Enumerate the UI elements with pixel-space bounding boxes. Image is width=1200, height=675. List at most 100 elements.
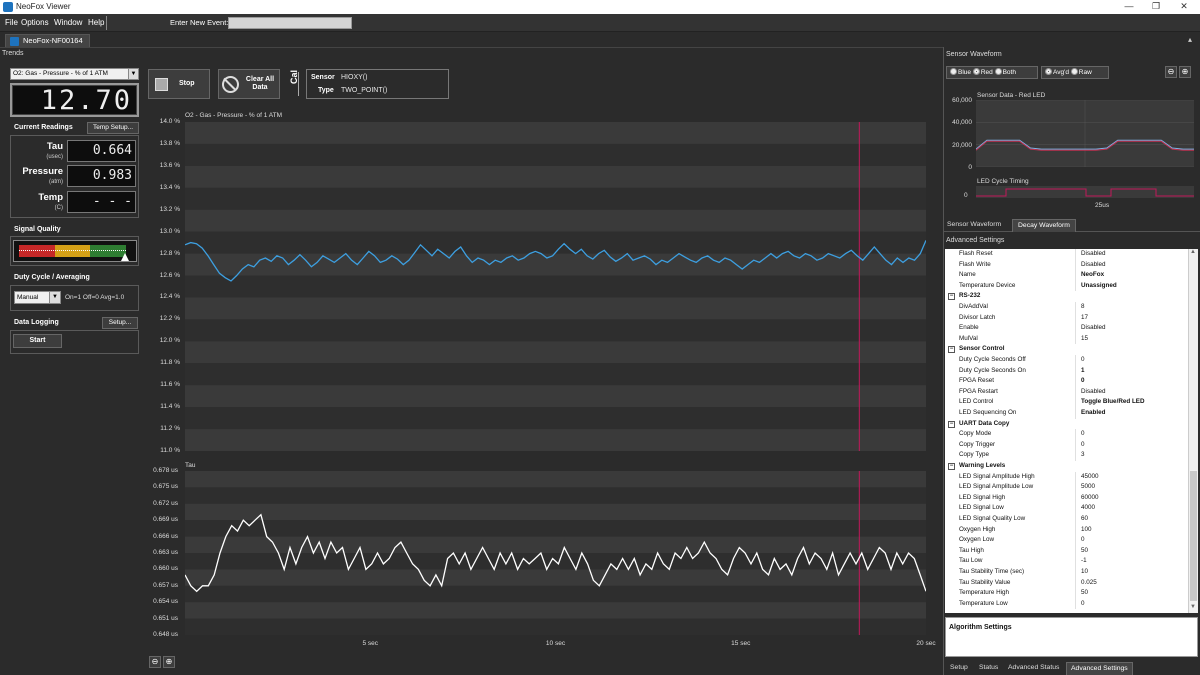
property-row[interactable]: LED Signal Quality Low 60 — [945, 514, 1188, 525]
menu-file[interactable]: File — [5, 18, 18, 27]
property-row[interactable]: LED Signal Low 4000 — [945, 503, 1188, 514]
property-row[interactable]: DivAddVal 8 — [945, 302, 1188, 313]
property-value[interactable]: 60000 — [1081, 493, 1099, 504]
property-row[interactable]: Tau Stability Time (sec) 10 — [945, 567, 1188, 578]
property-value[interactable]: Enabled — [1081, 408, 1106, 419]
property-value[interactable]: 0.025 — [1081, 578, 1097, 589]
property-row[interactable]: Oxygen Low 0 — [945, 535, 1188, 546]
property-row[interactable]: LED Signal Amplitude Low 5000 — [945, 482, 1188, 493]
property-value[interactable]: 8 — [1081, 302, 1085, 313]
property-value[interactable]: 50 — [1081, 546, 1088, 557]
close-button[interactable]: ✕ — [1177, 1, 1191, 12]
property-value[interactable]: 60 — [1081, 514, 1088, 525]
tab-status[interactable]: Status — [979, 664, 998, 671]
property-row[interactable]: Flash Reset Disabled — [945, 249, 1188, 260]
menu-help[interactable]: Help — [88, 18, 104, 27]
zoom-in-icon[interactable]: ⊕ — [163, 656, 175, 668]
property-row[interactable]: Temperature Low 0 — [945, 598, 1188, 610]
tab-setup[interactable]: Setup — [950, 664, 968, 671]
collapse-icon[interactable]: − — [948, 293, 955, 301]
property-row[interactable]: Duty Cycle Seconds On 1 — [945, 365, 1188, 377]
property-row[interactable]: Copy Mode 0 — [945, 429, 1188, 440]
property-value[interactable]: Disabled — [1081, 387, 1106, 398]
tab-sensor-waveform[interactable]: Sensor Waveform — [947, 221, 1001, 228]
scroll-thumb[interactable] — [1190, 471, 1197, 601]
document-tab[interactable]: NeoFox-NF00164 — [5, 34, 90, 47]
property-row[interactable]: LED Sequencing On Enabled — [945, 408, 1188, 419]
property-row[interactable]: Divisor Latch 17 — [945, 312, 1188, 324]
property-row[interactable]: LED Signal Amplitude High 45000 — [945, 471, 1188, 483]
property-value[interactable]: 0 — [1081, 440, 1085, 451]
property-category[interactable]: − UART Data Copy — [945, 419, 1188, 430]
property-row[interactable]: Copy Trigger 0 — [945, 439, 1188, 451]
property-scrollbar[interactable]: ▲ ▼ — [1188, 249, 1198, 613]
property-row[interactable]: Flash Write Disabled — [945, 259, 1188, 271]
property-value[interactable]: 10 — [1081, 567, 1088, 578]
property-value[interactable]: 1 — [1081, 366, 1085, 377]
property-value[interactable]: 0 — [1081, 429, 1085, 440]
property-value[interactable]: 0 — [1081, 376, 1085, 387]
property-row[interactable]: Enable Disabled — [945, 323, 1188, 334]
tab-advanced-status[interactable]: Advanced Status — [1008, 664, 1059, 671]
radio-avgd[interactable]: Avg'd — [1045, 68, 1069, 76]
property-category[interactable]: − Sensor Control — [945, 344, 1188, 355]
property-value[interactable]: 0 — [1081, 599, 1085, 610]
property-row[interactable]: FPGA Restart Disabled — [945, 386, 1188, 398]
event-input[interactable] — [228, 17, 352, 29]
property-row[interactable]: Duty Cycle Seconds Off 0 — [945, 355, 1188, 366]
stop-button[interactable]: Stop — [148, 69, 210, 99]
property-row[interactable]: Temperature High 50 — [945, 588, 1188, 599]
property-value[interactable]: Unassigned — [1081, 281, 1117, 292]
property-value[interactable]: 17 — [1081, 313, 1088, 324]
property-category[interactable]: − Warning Levels — [945, 461, 1188, 472]
minimize-button[interactable]: — — [1122, 1, 1136, 11]
menu-options[interactable]: Options — [21, 18, 49, 27]
property-row[interactable]: Tau High 50 — [945, 545, 1188, 557]
property-row[interactable]: Tau Low -1 — [945, 556, 1188, 567]
property-value[interactable]: 45000 — [1081, 472, 1099, 483]
property-value[interactable]: 0 — [1081, 355, 1085, 366]
property-row[interactable]: FPGA Reset 0 — [945, 376, 1188, 387]
waveform-zoom-in-icon[interactable]: ⊕ — [1179, 66, 1191, 78]
parameter-select[interactable]: O2: Gas - Pressure - % of 1 ATM ▼ — [10, 68, 139, 80]
property-value[interactable]: Disabled — [1081, 323, 1106, 334]
property-value[interactable]: 50 — [1081, 588, 1088, 599]
scroll-down-icon[interactable]: ▼ — [1190, 604, 1196, 610]
property-row[interactable]: Copy Type 3 — [945, 450, 1188, 461]
collapse-icon[interactable]: − — [948, 346, 955, 354]
property-value[interactable]: Disabled — [1081, 249, 1106, 260]
tab-decay-waveform[interactable]: Decay Waveform — [1012, 219, 1076, 232]
property-value[interactable]: 3 — [1081, 450, 1085, 461]
data-logging-setup-button[interactable]: Setup... — [102, 317, 138, 329]
property-value[interactable]: NeoFox — [1081, 270, 1104, 281]
property-value[interactable]: 15 — [1081, 334, 1088, 345]
radio-blue[interactable]: Blue — [950, 68, 971, 76]
property-row[interactable]: Tau Stability Value 0.025 — [945, 577, 1188, 589]
waveform-zoom-out-icon[interactable]: ⊖ — [1165, 66, 1177, 78]
tab-advanced-settings[interactable]: Advanced Settings — [1066, 662, 1133, 675]
property-value[interactable]: 0 — [1081, 535, 1085, 546]
collapse-icon[interactable]: − — [948, 420, 955, 428]
collapse-icon[interactable]: − — [948, 463, 955, 470]
menu-window[interactable]: Window — [54, 18, 82, 27]
radio-raw[interactable]: Raw — [1070, 68, 1092, 76]
property-row[interactable]: MulVal 15 — [945, 333, 1188, 345]
property-row[interactable]: LED Signal High 60000 — [945, 492, 1188, 504]
scroll-up-icon[interactable]: ▲ — [1190, 249, 1196, 255]
maximize-button[interactable]: ❐ — [1149, 1, 1163, 12]
property-value[interactable]: Disabled — [1081, 260, 1106, 271]
temp-setup-button[interactable]: Temp Setup... — [87, 122, 139, 134]
duty-cycle-select[interactable]: Manual ▼ — [14, 291, 61, 304]
radio-both[interactable]: Both — [994, 68, 1016, 76]
property-row[interactable]: Name NeoFox — [945, 270, 1188, 281]
property-value[interactable]: 5000 — [1081, 482, 1095, 493]
clear-all-data-button[interactable]: Clear All Data — [218, 69, 280, 99]
zoom-out-icon[interactable]: ⊖ — [149, 656, 161, 668]
property-category[interactable]: − RS-232 — [945, 291, 1188, 302]
property-row[interactable]: LED Control Toggle Blue/Red LED — [945, 397, 1188, 408]
tab-menu-chevron-icon[interactable]: ▴ — [1188, 35, 1192, 44]
property-row[interactable]: Oxygen High 100 — [945, 524, 1188, 536]
property-value[interactable]: -1 — [1081, 556, 1087, 567]
property-value[interactable]: 4000 — [1081, 503, 1095, 514]
radio-red[interactable]: Red — [972, 68, 993, 76]
